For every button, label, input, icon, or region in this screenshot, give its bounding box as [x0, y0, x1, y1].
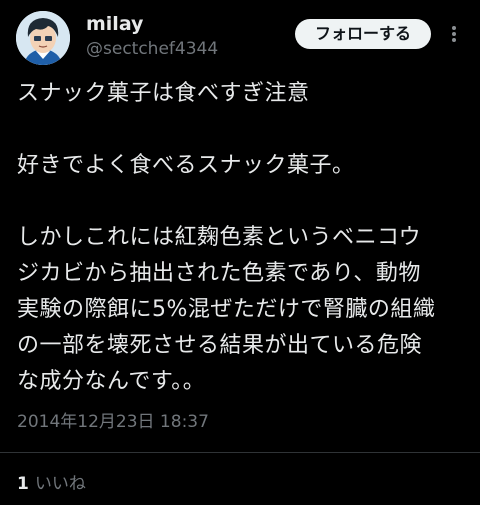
- like-label: いいね: [34, 474, 86, 494]
- tweet-line: 好きでよく食べるスナック菓子。: [17, 153, 355, 178]
- tweet-line: な成分なんです。。: [17, 369, 206, 394]
- divider: [0, 452, 480, 453]
- tweet-line: の一部を壊死させる結果が出ている危険: [17, 333, 423, 358]
- vertical-dots-icon: [452, 32, 456, 36]
- more-options-button[interactable]: [444, 20, 464, 48]
- tweet-line: しかしこれには紅麹色素というベニコウ: [17, 225, 422, 250]
- anime-boy-avatar-icon: [16, 11, 70, 65]
- tweet-header: milay @sectchef4344 フォローする: [0, 0, 480, 74]
- tweet-paragraph: スナック菓子は食べすぎ注意: [17, 76, 467, 112]
- vertical-dots-icon: [452, 38, 456, 42]
- display-name[interactable]: milay: [86, 13, 143, 35]
- user-handle[interactable]: @sectchef4344: [86, 38, 218, 60]
- tweet-timestamp[interactable]: 2014年12月23日 18:37: [17, 410, 209, 434]
- tweet-line: ジカビから抽出された色素であり、動物: [17, 261, 421, 286]
- vertical-dots-icon: [452, 26, 456, 30]
- avatar[interactable]: [16, 11, 70, 65]
- tweet-line: 実験の際餌に5%混ぜただけで腎臓の組織: [17, 297, 436, 322]
- tweet-paragraph: 好きでよく食べるスナック菓子。: [17, 148, 467, 184]
- tweet-line: スナック菓子は食べすぎ注意: [17, 81, 310, 106]
- likes-count-link[interactable]: 1 いいね: [17, 472, 86, 496]
- like-count: 1: [17, 474, 29, 494]
- follow-button[interactable]: フォローする: [295, 19, 431, 49]
- tweet-text: スナック菓子は食べすぎ注意 好きでよく食べるスナック菓子。 しかしこれには紅麹色…: [17, 76, 467, 400]
- tweet-paragraph: しかしこれには紅麹色素というベニコウ ジカビから抽出された色素であり、動物 実験…: [17, 220, 467, 400]
